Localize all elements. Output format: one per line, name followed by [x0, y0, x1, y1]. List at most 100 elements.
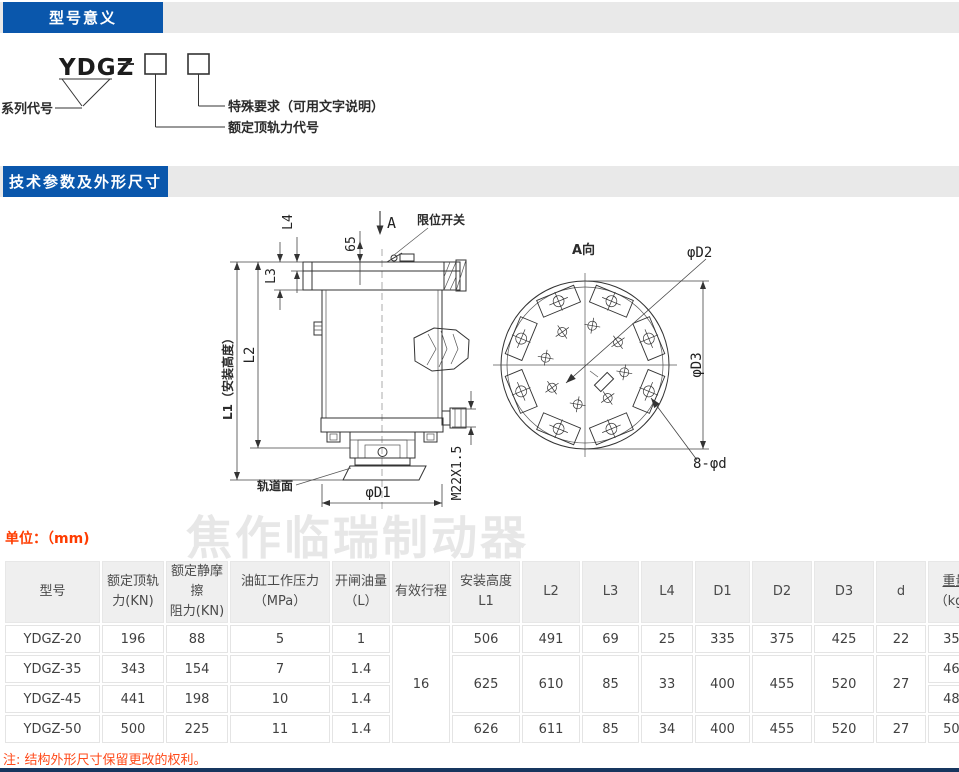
- header-cell: D1: [695, 561, 750, 623]
- view-a-label: A向: [572, 242, 595, 258]
- table-cell: 350: [928, 625, 959, 653]
- header-cell: 额定静摩擦阻力(KN): [166, 561, 228, 623]
- table-cell: 1.4: [332, 655, 390, 683]
- table-cell: YDGZ-35: [5, 655, 100, 683]
- bolt-holes-label: 8-φd: [693, 456, 727, 472]
- table-cell: 610: [522, 655, 580, 713]
- header-cell: L3: [582, 561, 639, 623]
- table-cell: 455: [752, 715, 812, 743]
- table-cell: 425: [814, 625, 874, 653]
- table-cell: 225: [166, 715, 228, 743]
- side-view: [296, 228, 469, 509]
- series-code-text: YDGZ: [58, 55, 134, 81]
- thread-label: M22X1.5: [450, 446, 465, 501]
- box1-connector: [156, 74, 226, 127]
- series-connector: [55, 79, 110, 108]
- table-cell: 400: [695, 655, 750, 713]
- unit-label: 单位：（mm): [5, 528, 90, 548]
- header-cell: 额定顶轨力(KN): [102, 561, 164, 623]
- table-cell: 33: [641, 655, 693, 713]
- l4-label: L4: [281, 214, 296, 230]
- header-cell: 型号: [5, 561, 100, 623]
- table-cell: 491: [522, 625, 580, 653]
- table-cell: YDGZ-45: [5, 685, 100, 713]
- table-cell: 520: [814, 715, 874, 743]
- table-cell: 375: [752, 625, 812, 653]
- model-code-diagram: YDGZ 系列代号 特殊要求（可用文字说明） 额定顶轨力代号: [0, 38, 430, 150]
- header-cell: L4: [641, 561, 693, 623]
- header-cell: L2: [522, 561, 580, 623]
- header-cell: D3: [814, 561, 874, 623]
- side-view-labels: L1（安装高度） L2 L3 L4 65 A 限位开关 轨道面 φD1 M22X…: [220, 212, 465, 501]
- l1-label: L1（安装高度）: [220, 332, 235, 420]
- table-cell: 154: [166, 655, 228, 683]
- l2-label: L2: [242, 347, 258, 364]
- a-view-dimensions: [564, 259, 709, 460]
- table-cell: 611: [522, 715, 580, 743]
- table-cell: 520: [814, 655, 874, 713]
- spec-table: 型号 额定顶轨力(KN) 额定静摩擦阻力(KN) 油缸工作压力（MPa） 开闸油…: [3, 559, 959, 745]
- section-title-tech-params: 技术参数及外形尺寸: [3, 166, 168, 197]
- side-view-dimensions: [230, 211, 476, 507]
- table-cell: 5: [230, 625, 330, 653]
- table-cell: 335: [695, 625, 750, 653]
- series-label: 系列代号: [1, 101, 53, 117]
- table-cell: 25: [641, 625, 693, 653]
- header-cell: d: [876, 561, 926, 623]
- code-box-1: [145, 54, 166, 74]
- header-cell: 油缸工作压力（MPa）: [230, 561, 330, 623]
- table-cell: 1.4: [332, 715, 390, 743]
- table-cell: 460: [928, 655, 959, 683]
- section-title-model-meaning: 型号意义: [3, 2, 163, 33]
- bottom-divider: [0, 768, 959, 772]
- code-box-2: [188, 54, 209, 74]
- section-a-label: A: [387, 214, 396, 232]
- table-row: YDGZ-50 500 225 11 1.4 626 611 85 34 400…: [5, 715, 959, 743]
- header-cell: 有效行程: [392, 561, 450, 623]
- table-cell: 626: [452, 715, 520, 743]
- section-bar-model-meaning: 型号意义: [0, 2, 959, 33]
- header-cell: D2: [752, 561, 812, 623]
- force-code-label: 额定顶轨力代号: [228, 120, 319, 136]
- table-cell: 400: [695, 715, 750, 743]
- table-cell: 480: [928, 685, 959, 713]
- table-cell: 10: [230, 685, 330, 713]
- table-cell: 27: [876, 715, 926, 743]
- table-cell: 69: [582, 625, 639, 653]
- table-cell: 343: [102, 655, 164, 683]
- table-cell: 85: [582, 655, 639, 713]
- section-bar-tech-params: 技术参数及外形尺寸: [0, 166, 959, 197]
- table-cell: 22: [876, 625, 926, 653]
- dim-65-label: 65: [344, 236, 359, 252]
- d3-label: φD3: [689, 352, 705, 377]
- table-row: YDGZ-35 343 154 7 1.4 625 610 85 33 400 …: [5, 655, 959, 683]
- table-cell: 85: [582, 715, 639, 743]
- footnote: 注: 结构外形尺寸保留更改的权利。: [3, 749, 207, 768]
- table-cell: 196: [102, 625, 164, 653]
- table-cell: 34: [641, 715, 693, 743]
- header-cell: 重量（kg）: [928, 561, 959, 623]
- special-req-label: 特殊要求（可用文字说明）: [228, 99, 384, 115]
- table-cell: 88: [166, 625, 228, 653]
- l3-label: L3: [264, 268, 279, 284]
- table-cell: 625: [452, 655, 520, 713]
- dimension-drawing: L1（安装高度） L2 L3 L4 65 A 限位开关 轨道面 φD1 M22X…: [200, 197, 760, 532]
- header-cell: 安装高度L1: [452, 561, 520, 623]
- datasheet-page: { "sections": { "model_meaning": "型号意义",…: [0, 0, 959, 772]
- table-cell: 441: [102, 685, 164, 713]
- table-cell: 500: [102, 715, 164, 743]
- d2-label: φD2: [687, 245, 712, 261]
- header-row: 型号 额定顶轨力(KN) 额定静摩擦阻力(KN) 油缸工作压力（MPa） 开闸油…: [5, 561, 959, 623]
- rail-surface-label: 轨道面: [257, 478, 293, 493]
- table-cell: 506: [452, 625, 520, 653]
- table-cell: 455: [752, 655, 812, 713]
- a-view: [493, 273, 677, 457]
- table-cell: 27: [876, 655, 926, 713]
- box2-connector: [199, 74, 226, 106]
- table-cell: YDGZ-50: [5, 715, 100, 743]
- table-cell: 11: [230, 715, 330, 743]
- table-cell: 198: [166, 685, 228, 713]
- limit-switch-label: 限位开关: [417, 212, 465, 227]
- table-row: YDGZ-20 196 88 5 1 16 506 491 69 25 335 …: [5, 625, 959, 653]
- d1-label: φD1: [365, 485, 390, 501]
